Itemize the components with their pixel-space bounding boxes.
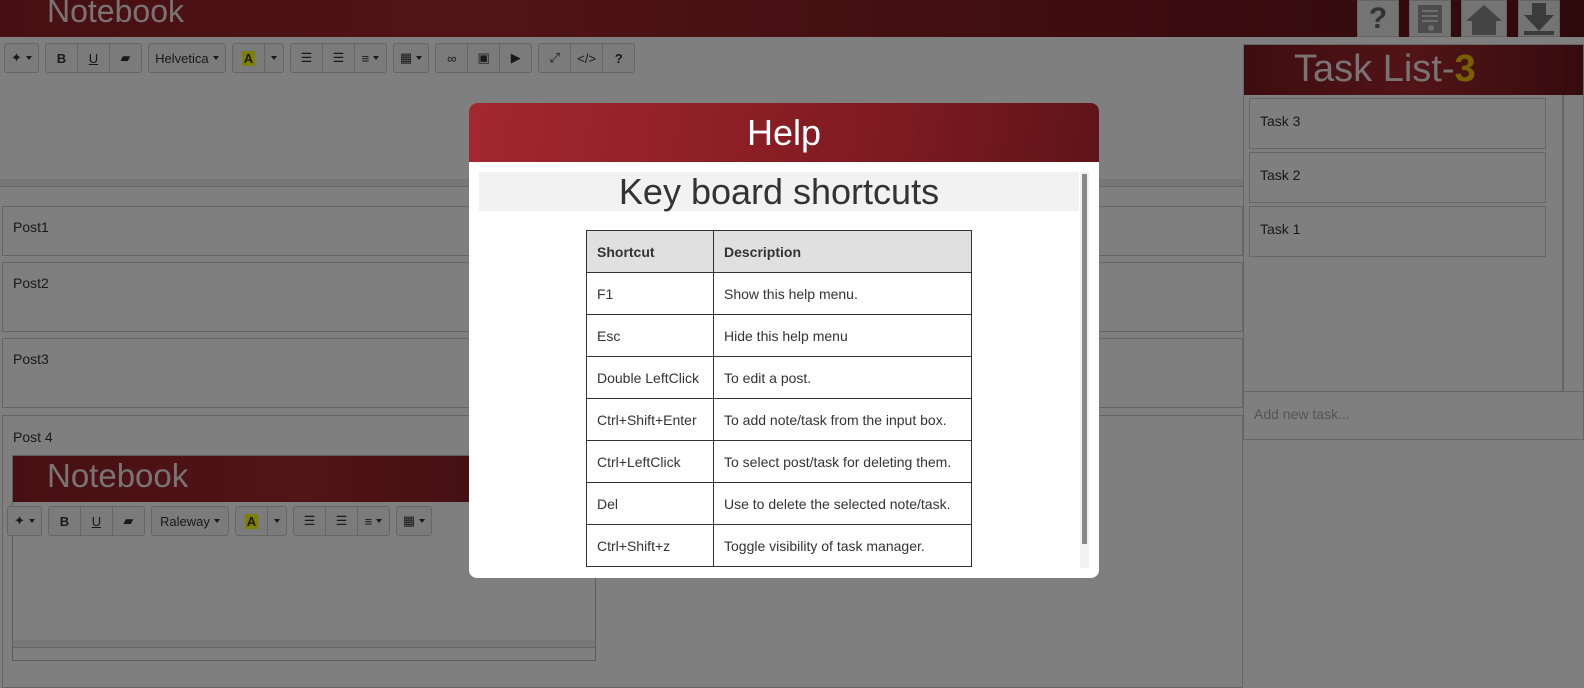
description-cell: Use to delete the selected note/task. bbox=[713, 482, 972, 525]
shortcut-cell: Ctrl+LeftClick bbox=[586, 440, 714, 483]
table-row: Ctrl+Shift+Enter To add note/task from th… bbox=[586, 398, 972, 441]
shortcut-cell: F1 bbox=[586, 272, 714, 315]
modal-scrollbar[interactable] bbox=[1080, 172, 1089, 568]
description-cell: Toggle visibility of task manager. bbox=[713, 524, 972, 567]
column-header: Shortcut bbox=[586, 230, 714, 273]
shortcut-cell: Esc bbox=[586, 314, 714, 357]
shortcut-cell: Del bbox=[586, 482, 714, 525]
shortcuts-table: Shortcut Description F1 Show this help me… bbox=[586, 230, 972, 567]
shortcut-cell: Double LeftClick bbox=[586, 356, 714, 399]
help-modal: Help Key board shortcuts Shortcut Descri… bbox=[469, 103, 1099, 578]
help-modal-header: Help bbox=[469, 103, 1099, 162]
table-row: F1 Show this help menu. bbox=[586, 272, 972, 315]
description-cell: Show this help menu. bbox=[713, 272, 972, 315]
table-row: Esc Hide this help menu bbox=[586, 314, 972, 357]
description-cell: Hide this help menu bbox=[713, 314, 972, 357]
description-cell: To select post/task for deleting them. bbox=[713, 440, 972, 483]
table-header-row: Shortcut Description bbox=[586, 230, 972, 273]
shortcuts-heading: Key board shortcuts bbox=[479, 172, 1079, 212]
table-row: Ctrl+LeftClick To select post/task for de… bbox=[586, 440, 972, 483]
modal-scrollbar-thumb[interactable] bbox=[1082, 174, 1087, 544]
help-modal-body: Key board shortcuts Shortcut Description… bbox=[479, 172, 1089, 568]
table-row: Ctrl+Shift+z Toggle visibility of task ma… bbox=[586, 524, 972, 567]
help-modal-title: Help bbox=[746, 112, 822, 153]
table-row: Del Use to delete the selected note/task. bbox=[586, 482, 972, 525]
shortcut-cell: Ctrl+Shift+Enter bbox=[586, 398, 714, 441]
column-header: Description bbox=[713, 230, 972, 273]
description-cell: To edit a post. bbox=[713, 356, 972, 399]
table-row: Double LeftClick To edit a post. bbox=[586, 356, 972, 399]
shortcut-cell: Ctrl+Shift+z bbox=[586, 524, 714, 567]
description-cell: To add note/task from the input box. bbox=[713, 398, 972, 441]
